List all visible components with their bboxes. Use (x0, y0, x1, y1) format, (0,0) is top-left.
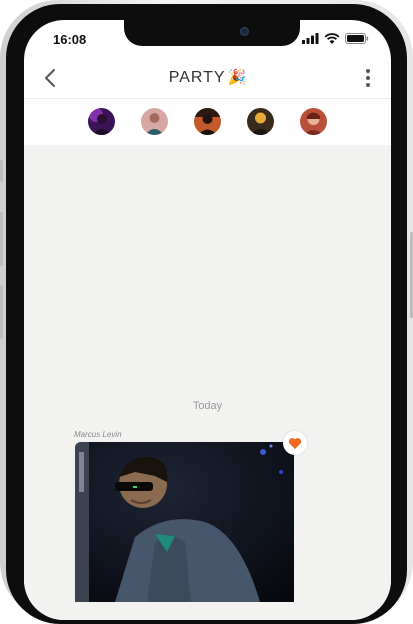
party-popper-icon: 🎉 (227, 69, 247, 86)
participant-avatar[interactable] (194, 108, 221, 135)
heart-reaction-icon[interactable] (283, 431, 307, 455)
notch (124, 20, 300, 46)
mute-switch (0, 160, 3, 182)
message-sender: Marcus Levin (74, 430, 122, 439)
chat-title-wrap: PARTY 🎉 (24, 68, 391, 87)
chat-title: PARTY (168, 69, 226, 86)
participant-avatar[interactable] (247, 108, 274, 135)
participant-avatar[interactable] (141, 108, 168, 135)
chat-header: PARTY 🎉 (24, 58, 391, 98)
status-time: 16:08 (53, 32, 87, 47)
participant-avatar[interactable] (88, 108, 115, 135)
participant-avatar[interactable] (300, 108, 327, 135)
message-photo[interactable] (75, 442, 294, 602)
header-divider (24, 98, 391, 99)
wifi-icon (324, 33, 340, 44)
participant-list (24, 108, 391, 136)
signal-icon (302, 33, 319, 44)
volume-down-button (0, 285, 3, 339)
battery-icon (345, 33, 369, 44)
app-screen: 16:08 PARTY 🎉 Today Marcus Levin (24, 20, 391, 620)
date-separator: Today (192, 400, 223, 412)
front-camera (240, 27, 249, 36)
message-list[interactable]: Today Marcus Levin (24, 145, 391, 620)
more-vertical-icon[interactable] (363, 67, 373, 89)
status-icons (302, 33, 369, 44)
volume-up-button (0, 212, 3, 266)
